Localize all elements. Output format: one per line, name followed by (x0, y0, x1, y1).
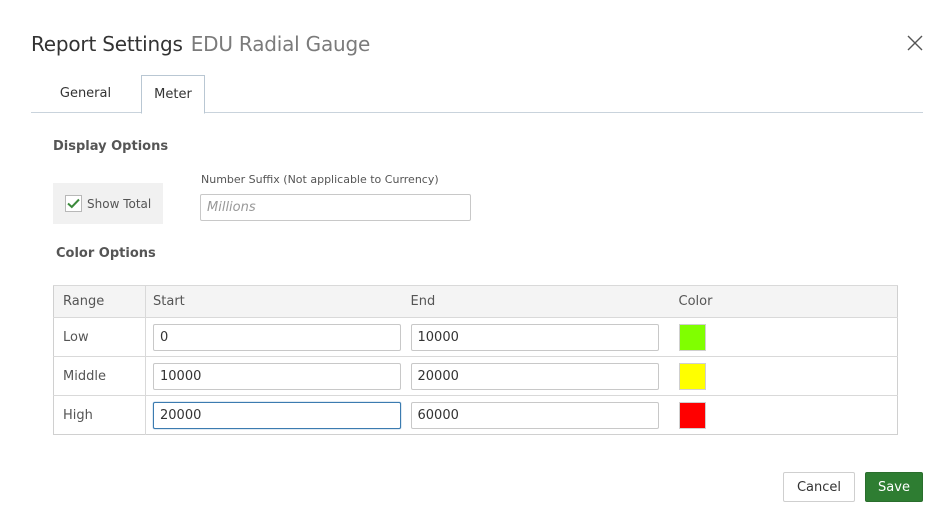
show-total-checkbox[interactable] (65, 195, 82, 212)
checkmark-icon (67, 198, 80, 209)
low-end-input[interactable] (410, 323, 659, 351)
column-header-range: Range (53, 285, 146, 318)
table-header-row: Range Start End Color (53, 285, 898, 318)
color-options-heading: Color Options (56, 246, 156, 261)
close-icon[interactable] (905, 33, 925, 53)
high-color-swatch[interactable] (678, 401, 706, 429)
number-suffix-input[interactable] (200, 194, 471, 221)
column-header-color: Color (663, 285, 898, 318)
tab-general[interactable]: General (31, 75, 140, 113)
middle-end-input[interactable] (410, 362, 659, 390)
high-end-input[interactable] (410, 401, 659, 429)
color-range-table: Range Start End Color Low Middle High (53, 285, 898, 435)
show-total-label: Show Total (87, 196, 152, 211)
column-header-start: Start (145, 285, 405, 318)
middle-start-input[interactable] (153, 362, 401, 390)
number-suffix-label: Number Suffix (Not applicable to Currenc… (201, 173, 439, 186)
range-label-middle: Middle (53, 356, 146, 396)
report-name: EDU Radial Gauge (190, 32, 371, 56)
save-button[interactable]: Save (865, 472, 923, 502)
tab-meter[interactable]: Meter (141, 75, 205, 114)
low-color-swatch[interactable] (678, 323, 706, 351)
low-start-input[interactable] (153, 323, 401, 351)
tab-bar: General Meter (31, 75, 923, 114)
high-start-input[interactable] (153, 401, 401, 429)
cancel-button[interactable]: Cancel (783, 472, 855, 502)
table-row: Middle (53, 356, 898, 396)
dialog-title: Report Settings EDU Radial Gauge (31, 32, 370, 56)
table-row: Low (53, 317, 898, 357)
column-header-end: End (404, 285, 664, 318)
display-options-heading: Display Options (53, 139, 169, 154)
table-row: High (53, 395, 898, 435)
show-total-toggle[interactable]: Show Total (53, 183, 163, 224)
middle-color-swatch[interactable] (678, 362, 706, 390)
range-label-low: Low (53, 317, 146, 357)
range-label-high: High (53, 395, 146, 435)
dialog-title-text: Report Settings (31, 32, 183, 56)
